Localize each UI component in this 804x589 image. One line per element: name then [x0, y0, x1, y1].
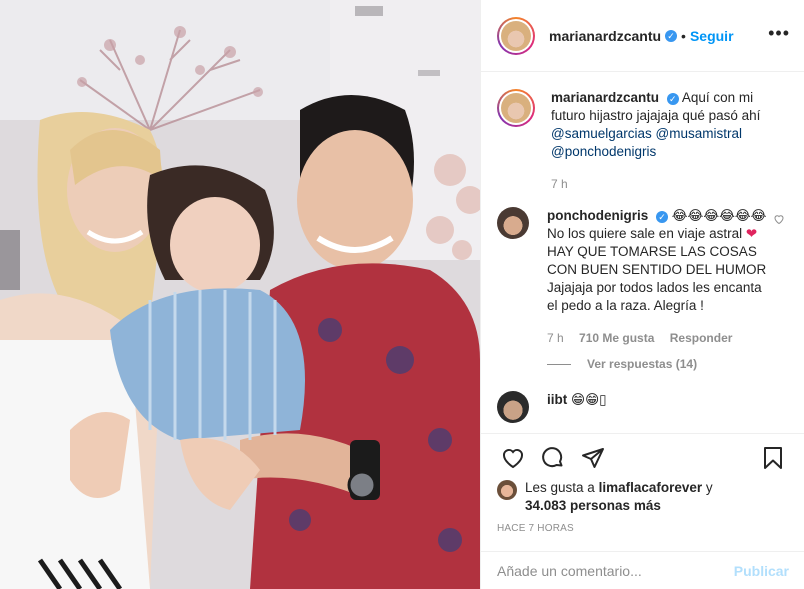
heart-emoji-icon: ❤ [745, 226, 758, 241]
caption: marianardzcantu ✓ Aquí con mi futuro hij… [497, 89, 789, 193]
caption-username[interactable]: marianardzcantu [551, 90, 659, 105]
commenter-username[interactable]: iibt [547, 392, 567, 407]
comment-emoji: 😁😁▯ [571, 392, 607, 407]
mention-ponchodenigris[interactable]: @ponchodenigris [551, 144, 656, 159]
publish-button[interactable]: Publicar [734, 563, 789, 579]
comment-time[interactable]: 7 h [547, 331, 564, 345]
follow-button[interactable]: Seguir [690, 28, 734, 44]
post-header: marianardzcantu ✓ • Seguir ••• [481, 0, 804, 72]
comment-icon [542, 446, 563, 467]
likes-count[interactable]: 34.083 personas más [525, 498, 661, 513]
comment-meta: 7 h 710 Me gusta Responder [547, 329, 775, 347]
commenter-avatar[interactable] [497, 391, 529, 423]
comment-item: iibt 😁😁▯ [497, 391, 789, 423]
comments-list[interactable]: marianardzcantu ✓ Aquí con mi futuro hij… [481, 73, 804, 433]
mention-samuelgarcias[interactable]: @samuelgarcias [551, 126, 652, 141]
liker-username[interactable]: limaflacaforever [599, 480, 703, 495]
author-username[interactable]: marianardzcantu [549, 28, 661, 44]
paper-plane-icon [582, 447, 604, 468]
post-photo[interactable] [0, 0, 480, 589]
comment-text-continued: HAY QUE TOMARSE LAS COSAS CON BUEN SENTI… [547, 244, 767, 313]
commenter-username[interactable]: ponchodenigris [547, 208, 648, 223]
more-options-icon[interactable]: ••• [768, 24, 790, 42]
replies-line [547, 363, 571, 365]
add-comment-bar: Publicar [481, 551, 804, 589]
comment-button[interactable] [533, 438, 573, 478]
reply-button[interactable]: Responder [670, 331, 733, 345]
likes-and: y [705, 480, 713, 495]
verified-badge-icon: ✓ [656, 211, 669, 223]
post-actions [481, 433, 804, 481]
commenter-avatar[interactable] [497, 207, 529, 239]
save-button[interactable] [753, 438, 793, 478]
caption-time[interactable]: 7 h [551, 177, 568, 191]
bookmark-icon [764, 446, 782, 469]
comment-item: ponchodenigris ✓ 😂😂😂😂😂😂 No los quiere sa… [497, 207, 789, 347]
caption-avatar[interactable] [497, 89, 535, 127]
liker-avatar[interactable] [497, 480, 517, 500]
likes-summary: Les gusta a limaflacaforever y 34.083 pe… [497, 479, 797, 515]
comment-text: No los quiere sale en viaje astral [547, 226, 743, 241]
comment-likes[interactable]: 710 Me gusta [579, 331, 654, 345]
verified-badge-icon: ✓ [665, 29, 678, 42]
separator-dot: • [681, 27, 686, 44]
view-replies-label: Ver respuestas (14) [587, 357, 698, 371]
heart-icon [503, 448, 523, 468]
photo-illustration [0, 0, 480, 589]
comment-emoji: 😂😂😂😂😂😂 [671, 208, 767, 223]
caption-meta: 7 h [551, 175, 779, 193]
share-button[interactable] [573, 438, 613, 478]
post-timestamp[interactable]: HACE 7 HORAS [497, 523, 574, 534]
mention-musamistral[interactable]: @musamistral [656, 126, 742, 141]
like-comment-icon[interactable] [773, 213, 785, 228]
likes-prefix: Les gusta a [525, 480, 595, 495]
like-button[interactable] [493, 438, 533, 478]
view-replies-button[interactable]: Ver respuestas (14) [547, 357, 789, 371]
comment-input[interactable] [497, 562, 734, 579]
verified-badge-icon: ✓ [666, 93, 679, 105]
post-side-panel: marianardzcantu ✓ • Seguir ••• marianard… [480, 0, 804, 589]
author-avatar[interactable] [497, 16, 535, 55]
